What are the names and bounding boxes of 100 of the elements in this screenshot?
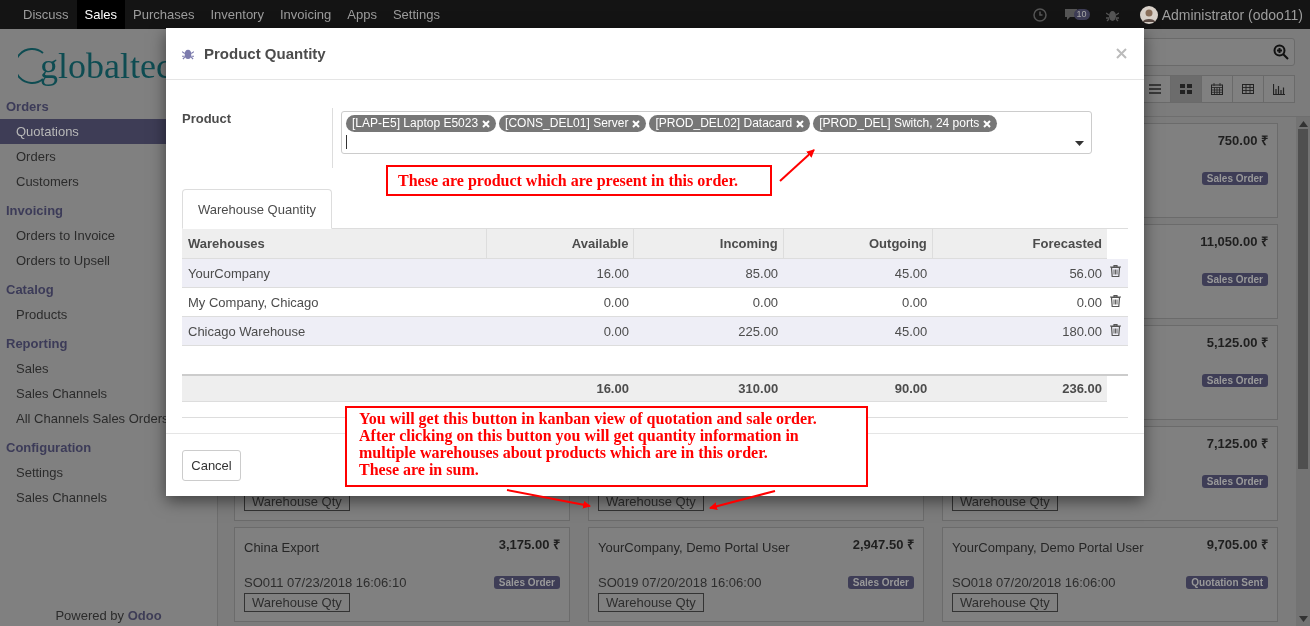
- app-menu-item[interactable]: Sales: [76, 0, 126, 29]
- app-menu-item[interactable]: Apps: [339, 0, 385, 29]
- status-badge: Sales Order: [1201, 373, 1268, 387]
- avatar[interactable]: [1139, 5, 1158, 24]
- message-count-badge: 10: [1073, 9, 1090, 20]
- table-cell: 180.00: [932, 316, 1107, 346]
- order-amount: 3,175.00 ₹: [498, 538, 560, 552]
- status-badge: Sales Order: [1201, 272, 1268, 286]
- status-badge: Quotation Sent: [1186, 575, 1268, 589]
- pivot-view-button[interactable]: [1232, 75, 1264, 103]
- status-badge: Sales Order: [1201, 171, 1268, 185]
- order-amount: 5,125.00 ₹: [1206, 336, 1268, 350]
- order-amount: 750.00 ₹: [1217, 134, 1268, 148]
- dialog-title: Product Quantity: [204, 45, 326, 62]
- table-cell: 0.00: [486, 316, 634, 346]
- app-menu-item[interactable]: Settings: [384, 0, 448, 29]
- remove-icon[interactable]: [983, 119, 992, 128]
- total-cell: 236.00: [932, 375, 1107, 402]
- odoo-link[interactable]: Odoo: [127, 608, 162, 623]
- table-cell: 56.00: [932, 258, 1107, 288]
- column-header[interactable]: Available: [486, 229, 634, 259]
- column-header[interactable]: Outgoing: [783, 229, 933, 259]
- order-reference: SO019 07/20/2018 16:06:00: [598, 574, 762, 590]
- order-card[interactable]: China Export 3,175.00 ₹ SO011 07/23/2018 16:06:10 Sales Order Warehouse Qty: [234, 527, 570, 622]
- table-cell: 0.00: [932, 287, 1107, 317]
- product-tag[interactable]: [PROD_DEL] Switch, 24 ports: [813, 115, 998, 132]
- app-menu-item[interactable]: Purchases: [125, 0, 203, 29]
- bar-chart-icon: [1273, 83, 1285, 95]
- total-cell: 310.00: [633, 375, 784, 402]
- graph-view-button[interactable]: [1263, 75, 1295, 103]
- table-cell: 16.00: [486, 258, 634, 288]
- remove-icon[interactable]: [482, 119, 491, 128]
- remove-icon[interactable]: [796, 119, 805, 128]
- table-cell: 0.00: [486, 287, 634, 317]
- order-card[interactable]: YourCompany, Demo Portal User 2,947.50 ₹ SO019 07/20/2018 16:06:00 Sales Order Warehouse Qty: [588, 527, 924, 622]
- clock-icon[interactable]: [1032, 7, 1047, 22]
- search-icon[interactable]: [1273, 44, 1289, 60]
- scroll-up-icon[interactable]: [1298, 121, 1308, 127]
- table-cell: 225.00: [633, 316, 784, 346]
- calendar-view-button[interactable]: [1201, 75, 1233, 103]
- user-name[interactable]: Administrator (odoo11): [1161, 6, 1303, 23]
- warehouse-qty-button[interactable]: Warehouse Qty: [244, 593, 350, 612]
- menu-section-title: Configuration: [5, 439, 93, 457]
- customer-name: YourCompany, Demo Portal User: [952, 539, 1144, 557]
- table-cell: 0.00: [633, 287, 784, 317]
- table-cell: 85.00: [633, 258, 784, 288]
- trash-icon[interactable]: [1109, 323, 1121, 336]
- warehouse-qty-button[interactable]: Warehouse Qty: [598, 593, 704, 612]
- calendar-icon: [1211, 83, 1223, 95]
- column-header[interactable]: Incoming: [633, 229, 784, 259]
- column-header[interactable]: Forecasted: [932, 229, 1107, 259]
- annotation-note: These are product which are present in this order.: [386, 165, 772, 196]
- total-cell: 16.00: [486, 375, 634, 402]
- table-cell: 0.00: [783, 287, 933, 317]
- remove-icon[interactable]: [632, 119, 641, 128]
- order-amount: 2,947.50 ₹: [852, 538, 914, 552]
- powered-by-text: Powered by Odoo: [55, 608, 162, 623]
- grid-icon: [1180, 84, 1192, 94]
- menu-item[interactable]: Sales Channels: [0, 485, 217, 510]
- scroll-down-icon[interactable]: [1298, 616, 1308, 622]
- table-cell: YourCompany: [182, 258, 487, 288]
- caret-icon[interactable]: [1075, 141, 1084, 146]
- annotation-arrow: [779, 149, 815, 182]
- customer-name: YourCompany, Demo Portal User: [598, 539, 790, 557]
- table-cell: 45.00: [783, 258, 933, 288]
- table-cell: My Company, Chicago: [182, 287, 487, 317]
- order-amount: 7,125.00 ₹: [1206, 437, 1268, 451]
- tab[interactable]: Warehouse Quantity: [182, 189, 332, 229]
- app-menu-item[interactable]: Discuss: [15, 0, 77, 29]
- trash-icon[interactable]: [1109, 265, 1121, 278]
- bug-icon: [182, 47, 194, 60]
- annotation-note: You will get this button in kanban view of quotation and sale order. After clicking on this button you will get quantity information in multiple warehouses about products which are in this order. These are in sum.: [345, 406, 868, 487]
- product-tag[interactable]: [PROD_DEL02] Datacard: [649, 115, 811, 132]
- table-cell: 45.00: [783, 316, 933, 346]
- column-header[interactable]: Warehouses: [182, 229, 487, 259]
- table-icon: [1242, 84, 1254, 94]
- product-tag[interactable]: [CONS_DEL01] Server: [499, 115, 647, 132]
- menu-section-title: Catalog: [5, 281, 55, 299]
- total-cell: 90.00: [783, 375, 933, 402]
- table-cell: Chicago Warehouse: [182, 316, 487, 346]
- cancel-button[interactable]: Cancel: [182, 450, 241, 481]
- order-reference: SO018 07/20/2018 16:06:00: [952, 574, 1116, 590]
- chat-icon[interactable]: [1063, 8, 1078, 21]
- app-menu-item[interactable]: Inventory: [202, 0, 272, 29]
- list-icon: [1149, 84, 1161, 94]
- warehouse-qty-button[interactable]: Warehouse Qty: [952, 593, 1058, 612]
- order-amount: 11,050.00 ₹: [1200, 235, 1268, 249]
- order-card[interactable]: YourCompany, Demo Portal User 9,705.00 ₹ SO018 07/20/2018 16:06:00 Quotation Sent Warehouse Qty: [942, 527, 1278, 622]
- status-badge: Sales Order: [493, 575, 560, 589]
- scrollbar[interactable]: [1296, 117, 1310, 626]
- app-menu-item[interactable]: Invoicing: [271, 0, 340, 29]
- customer-name: China Export: [244, 539, 320, 557]
- status-badge: Sales Order: [1201, 474, 1268, 488]
- trash-icon[interactable]: [1109, 294, 1121, 307]
- product-tags-field[interactable]: [LAP-E5] Laptop E5023 [CONS_DEL01] Server [PROD_DEL02] Datacard [PROD_DEL] Switch, 24 ports: [341, 111, 1092, 154]
- product-tag[interactable]: [LAP-E5] Laptop E5023: [346, 115, 497, 132]
- logo-text: globaltec: [40, 45, 172, 87]
- status-badge: Sales Order: [847, 575, 914, 589]
- annotation-arrow: [709, 490, 776, 511]
- order-reference: SO011 07/23/2018 16:06:10: [244, 574, 407, 590]
